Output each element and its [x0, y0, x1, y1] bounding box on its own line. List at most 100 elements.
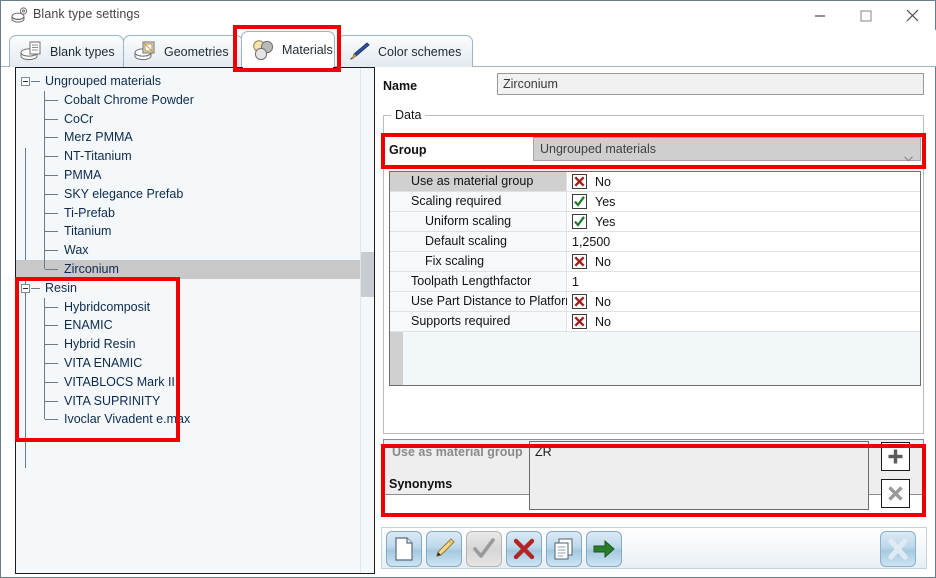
- tree-item-material[interactable]: Ivoclar Vivadent e.max: [16, 410, 374, 429]
- tree-item-label: VITABLOCS Mark II: [64, 374, 175, 389]
- tree-item-zirconium-selected[interactable]: Zirconium: [16, 259, 374, 279]
- tree-item-material[interactable]: PMMA: [16, 165, 374, 185]
- tree-item-label: Ti-Prefab: [64, 205, 115, 220]
- delete-button[interactable]: [506, 531, 542, 567]
- property-name: Default scaling: [390, 232, 567, 251]
- tab-materials[interactable]: Materials: [241, 31, 335, 68]
- delete-synonym-button[interactable]: [881, 479, 910, 508]
- tab-label: Geometries: [164, 44, 229, 59]
- materials-tree-panel[interactable]: Ungrouped materials Cobalt Chrome Powder…: [15, 67, 375, 574]
- property-value[interactable]: 1,2500: [567, 232, 920, 251]
- tree-item-material[interactable]: Merz PMMA: [16, 128, 374, 148]
- copy-button[interactable]: [546, 531, 582, 567]
- tab-color-schemes[interactable]: Color schemes: [337, 35, 473, 67]
- property-value[interactable]: No: [567, 172, 920, 191]
- name-label: Name: [383, 79, 418, 93]
- add-synonym-button[interactable]: [881, 442, 910, 471]
- tab-strip: Blank types Geometries Materials Color s…: [1, 30, 936, 68]
- property-value-text: 1,2500: [572, 234, 611, 249]
- title-bar: Blank type settings: [1, 1, 935, 30]
- accept-button[interactable]: [466, 531, 502, 567]
- tree-item-material[interactable]: SKY elegance Prefab: [16, 184, 374, 204]
- property-name: Use Part Distance to Platform: [390, 292, 576, 311]
- tree-scrollbar-thumb[interactable]: [361, 252, 374, 297]
- property-name: Fix scaling: [390, 252, 567, 271]
- blue-x-icon: [888, 538, 908, 560]
- tree-item-material[interactable]: Hybrid Resin: [16, 335, 374, 354]
- property-value[interactable]: Yes: [567, 212, 920, 231]
- tree-item-label: PMMA: [64, 167, 102, 182]
- property-row[interactable]: Scaling required Yes: [390, 192, 920, 212]
- tree-item-material[interactable]: CoCr: [16, 109, 374, 129]
- tree-item-label: VITA ENAMIC: [64, 355, 143, 370]
- synonyms-list[interactable]: ZR: [529, 441, 869, 510]
- checked-tick-icon[interactable]: [572, 214, 587, 229]
- tree-item-label: Hybridcomposit: [64, 299, 151, 314]
- property-value[interactable]: 1: [567, 272, 920, 291]
- property-row[interactable]: Supports required No: [390, 312, 920, 332]
- property-row[interactable]: Fix scaling No: [390, 252, 920, 272]
- new-document-icon: [395, 537, 413, 561]
- apply-button[interactable]: [586, 531, 622, 567]
- tree-item-material[interactable]: VITA ENAMIC: [16, 353, 374, 373]
- tree-item-label: CoCr: [64, 111, 94, 126]
- property-value-text: No: [595, 254, 611, 269]
- property-value[interactable]: Yes: [567, 192, 920, 211]
- property-name: Uniform scaling: [390, 212, 567, 231]
- paintbrush-icon: [346, 40, 372, 64]
- tree-item-label: SKY elegance Prefab: [64, 186, 184, 201]
- tree-item-material[interactable]: Wax: [16, 241, 374, 260]
- unchecked-x-icon[interactable]: [572, 294, 587, 309]
- tree-item-material[interactable]: Hybridcomposit: [16, 297, 374, 317]
- minimize-button[interactable]: [797, 1, 843, 30]
- group-dropdown[interactable]: Ungrouped materials: [533, 137, 921, 162]
- checked-tick-icon[interactable]: [572, 194, 587, 209]
- unchecked-x-icon[interactable]: [572, 254, 587, 269]
- tab-geometries[interactable]: Geometries: [123, 35, 243, 67]
- group-label: Group: [389, 143, 427, 157]
- tree-item-material[interactable]: VITABLOCS Mark II: [16, 372, 374, 392]
- edit-button[interactable]: [426, 531, 462, 567]
- close-dialog-button[interactable]: [880, 531, 916, 567]
- close-button[interactable]: [889, 1, 935, 30]
- tree-item-label: Wax: [64, 243, 89, 258]
- tree-group-resin[interactable]: Resin: [16, 279, 374, 298]
- tree-scrollbar[interactable]: [360, 68, 374, 573]
- name-input[interactable]: Zirconium: [497, 73, 924, 95]
- property-row[interactable]: Use as material group No: [390, 172, 920, 192]
- property-value-text: No: [595, 294, 611, 309]
- tree-item-label: Ivoclar Vivadent e.max: [64, 412, 191, 427]
- green-arrow-icon: [593, 539, 615, 559]
- tree-item-material[interactable]: ENAMIC: [16, 316, 374, 336]
- tree-item-material[interactable]: Cobalt Chrome Powder: [16, 90, 374, 110]
- property-value[interactable]: No: [567, 252, 920, 271]
- property-value-text: Yes: [595, 214, 616, 229]
- tab-blank-types[interactable]: Blank types: [9, 35, 124, 67]
- tree-item-material[interactable]: NT-Titanium: [16, 147, 374, 166]
- tree-item-material[interactable]: VITA SUPRINITY: [16, 391, 374, 411]
- tree-item-material[interactable]: Ti-Prefab: [16, 203, 374, 223]
- tab-label: Materials: [282, 42, 333, 57]
- tree-group-label: Resin: [45, 280, 77, 295]
- property-row[interactable]: Use Part Distance to Platform No: [390, 292, 920, 312]
- blank-disc-icon: [18, 40, 44, 64]
- unchecked-x-icon[interactable]: [572, 314, 587, 329]
- maximize-button[interactable]: [843, 1, 889, 30]
- unchecked-x-icon[interactable]: [572, 174, 587, 189]
- property-value[interactable]: No: [567, 292, 920, 311]
- tree-item-label: Zirconium: [64, 261, 119, 276]
- property-row[interactable]: Toolpath Lengthfactor 1: [390, 272, 920, 292]
- x-icon: [888, 486, 903, 501]
- tree-item-label: Cobalt Chrome Powder: [64, 92, 194, 107]
- property-row[interactable]: Default scaling 1,2500: [390, 232, 920, 252]
- new-button[interactable]: [386, 531, 422, 567]
- settings-gear-icon: [11, 7, 29, 25]
- blank-type-settings-window: Blank type settings Blank types Geometri…: [0, 0, 936, 578]
- property-row[interactable]: Uniform scaling Yes: [390, 212, 920, 232]
- property-value[interactable]: No: [567, 312, 920, 331]
- tree-group-label: Ungrouped materials: [45, 74, 162, 88]
- tree-item-material[interactable]: Titanium: [16, 222, 374, 242]
- tree-group-ungrouped-materials[interactable]: Ungrouped materials: [16, 72, 374, 91]
- property-name: Scaling required: [390, 192, 567, 211]
- property-grid[interactable]: Use as material group No Scaling require…: [389, 171, 921, 386]
